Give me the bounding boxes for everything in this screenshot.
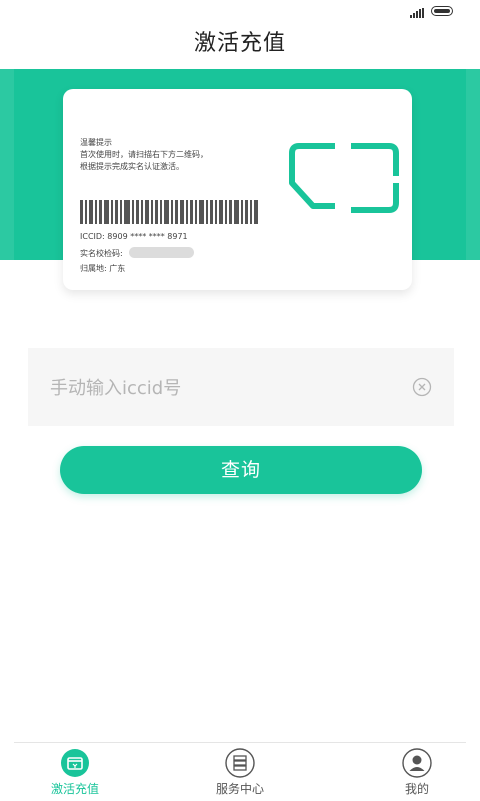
region-row: 归属地: 广东 [80,263,125,274]
signal-icon [410,8,426,18]
iccid-value: 8909 **** **** 8971 [107,232,188,241]
realname-label: 实名校检码: [80,249,123,258]
iccid-row: ICCID: 8909 **** **** 8971 [80,232,188,241]
region-label: 归属地: [80,264,107,273]
page-title: 激活充值 [193,31,286,56]
nav-item-mine[interactable]: 我的 [362,743,472,801]
iccid-input-box [28,348,454,428]
nav-item-service-center[interactable]: 服务中心 [185,743,295,801]
bottom-nav: 激活充值 服务中心 我的 [14,742,466,801]
wallet-icon [61,749,89,777]
sim-card-illustration: 温馨提示 首次使用时，请扫描右下方二维码， 根据提示完成实名认证激活。 ICCI… [63,89,412,290]
query-button[interactable]: 查询 [60,446,422,494]
clear-icon[interactable] [412,377,432,397]
server-icon [225,748,255,778]
tip-title: 温馨提示 [80,138,112,147]
tip-text-line2: 根据提示完成实名认证激活。 [80,162,184,171]
nav-label: 我的 [404,782,429,796]
nav-label: 服务中心 [215,782,264,796]
tip-text-line1: 首次使用时，请扫描右下方二维码， [80,150,208,159]
status-bar [0,0,480,24]
nav-item-activate-recharge[interactable]: 激活充值 [20,743,130,801]
user-icon [402,748,432,778]
sim-card-icon [289,143,399,213]
iccid-label: ICCID: [80,232,105,241]
region-value: 广东 [109,264,126,273]
iccid-input[interactable] [48,348,392,428]
nav-label: 激活充值 [50,782,99,796]
battery-icon [431,6,453,16]
barcode-icon [80,200,258,224]
page-header: 激活充值 [0,24,480,69]
masked-code [129,247,194,258]
